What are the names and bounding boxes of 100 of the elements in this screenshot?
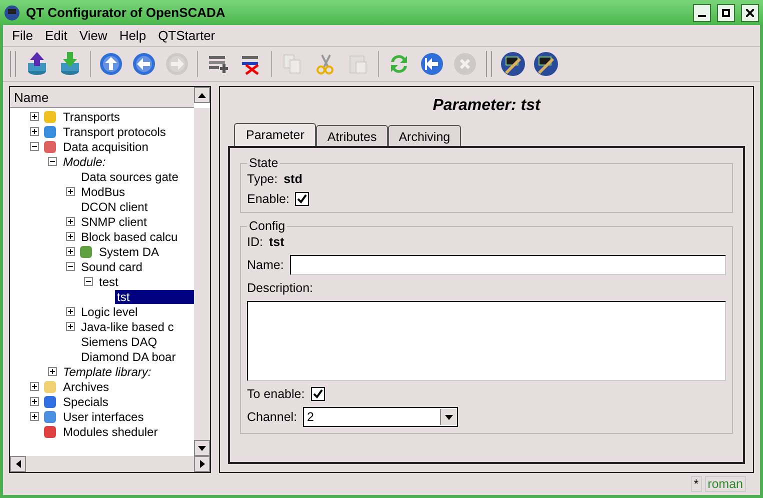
menu-item[interactable]: View (74, 28, 112, 43)
modified-indicator: * (690, 476, 702, 492)
tree-item[interactable]: Block based calcu (79, 230, 180, 244)
menu-item[interactable]: Edit (40, 28, 72, 43)
plus-icon (68, 189, 73, 194)
panel-title: Parameter: tst (432, 97, 542, 115)
checkbox[interactable] (310, 387, 325, 401)
tree-item[interactable]: Siemens DAQ (79, 334, 160, 348)
collapse-toggle[interactable] (66, 262, 75, 271)
minus-icon (68, 264, 73, 269)
plus-icon (68, 249, 73, 254)
tree-item[interactable]: DCON client (79, 200, 150, 214)
close-button[interactable] (741, 4, 759, 22)
expand-toggle[interactable] (66, 247, 75, 256)
tree-item[interactable]: Logic level (79, 304, 140, 318)
vertical-scrollbar[interactable] (194, 108, 210, 456)
toolbar-button[interactable] (531, 49, 561, 79)
back-to-start-icon (420, 52, 444, 76)
horizontal-scrollbar[interactable] (10, 456, 210, 472)
expand-toggle[interactable] (30, 397, 39, 406)
scroll-up-button[interactable] (194, 87, 210, 103)
tab[interactable]: Atributes (316, 125, 388, 146)
caret-icon (445, 414, 454, 420)
tree-item[interactable]: Specials (61, 394, 110, 408)
tree-item[interactable]: User interfaces (61, 410, 146, 424)
expand-toggle[interactable] (66, 217, 75, 226)
expand-toggle[interactable] (30, 382, 39, 391)
scissors-icon (314, 53, 336, 75)
name-input[interactable] (290, 255, 726, 275)
tree-item[interactable]: Modules sheduler (61, 424, 160, 438)
tab[interactable]: Parameter (234, 123, 316, 146)
expand-toggle[interactable] (66, 307, 75, 316)
plus-icon (32, 114, 37, 119)
expand-toggle[interactable] (66, 187, 75, 196)
field-value: std (284, 172, 302, 186)
expand-toggle[interactable] (48, 367, 57, 376)
maximize-icon (722, 8, 730, 16)
down-arrow-icon (198, 446, 206, 450)
tree-item[interactable]: ModBus (79, 184, 128, 198)
tab[interactable]: Archiving (388, 125, 462, 146)
plus-icon (32, 399, 37, 404)
scroll-right-button[interactable] (194, 456, 210, 472)
menu-item[interactable]: File (7, 28, 38, 43)
user-name: roman (704, 476, 746, 492)
channel-dropdown[interactable]: 2 (303, 407, 458, 427)
right-arrow-icon (200, 460, 204, 468)
plus-icon (32, 129, 37, 134)
collapse-toggle[interactable] (48, 157, 57, 166)
tree-item[interactable]: Data acquisition (61, 140, 150, 154)
tree-item[interactable]: Transports (61, 110, 122, 124)
group-title: State (248, 156, 280, 170)
minus-icon (50, 159, 55, 164)
tree-item[interactable]: tst (115, 290, 194, 304)
tree-item[interactable]: Template library: (61, 364, 154, 378)
field-label: Channel: (247, 410, 298, 424)
toolbar-button[interactable] (498, 49, 528, 79)
copy-icon (281, 53, 303, 75)
stop-icon (453, 52, 477, 76)
scroll-down-button[interactable] (194, 440, 210, 456)
plus-icon (68, 309, 73, 314)
tool-monitor-icon (533, 51, 559, 77)
collapse-toggle[interactable] (84, 277, 93, 286)
maximize-button[interactable] (717, 4, 735, 22)
minimize-button[interactable] (693, 4, 711, 22)
field-label: ID: (247, 235, 263, 249)
tree-item[interactable]: Java-like based c (79, 320, 176, 334)
menu-item[interactable]: QTStarter (153, 28, 220, 43)
close-icon (746, 8, 754, 16)
tree-item[interactable]: Diamond DA boar (79, 350, 178, 364)
clipboard-icon (347, 53, 369, 75)
field-label: Type: (247, 172, 278, 186)
scroll-left-button[interactable] (10, 456, 26, 472)
field-label: Description: (247, 281, 314, 295)
menu-item[interactable]: Help (114, 28, 152, 43)
tree-item[interactable]: System DA (97, 244, 162, 258)
plus-icon (50, 369, 55, 374)
column-header[interactable]: Name (10, 87, 194, 108)
tree-item[interactable]: Transport protocols (61, 124, 168, 138)
expand-toggle[interactable] (30, 112, 39, 121)
tree-item[interactable]: Archives (61, 380, 112, 394)
plus-icon (32, 384, 37, 389)
expand-toggle[interactable] (66, 322, 75, 331)
collapse-toggle[interactable] (30, 142, 39, 151)
left-arrow-icon (16, 460, 20, 468)
expand-toggle[interactable] (30, 412, 39, 421)
tree-item[interactable]: Module: (61, 154, 108, 168)
expand-toggle[interactable] (30, 127, 39, 136)
tree-item[interactable]: Sound card (79, 260, 144, 274)
tree-item[interactable]: Data sources gate (79, 170, 180, 184)
field-label: To enable: (247, 387, 305, 401)
tree-item[interactable]: test (97, 274, 120, 288)
plus-icon (68, 324, 73, 329)
checkbox[interactable] (295, 192, 310, 206)
tree-item[interactable]: SNMP client (79, 214, 149, 228)
database-upload-icon (26, 51, 48, 77)
expand-toggle[interactable] (66, 232, 75, 241)
add-row-icon (207, 53, 229, 75)
plus-icon (68, 234, 73, 239)
field-value: tst (268, 235, 284, 249)
description-input[interactable] (247, 301, 726, 381)
